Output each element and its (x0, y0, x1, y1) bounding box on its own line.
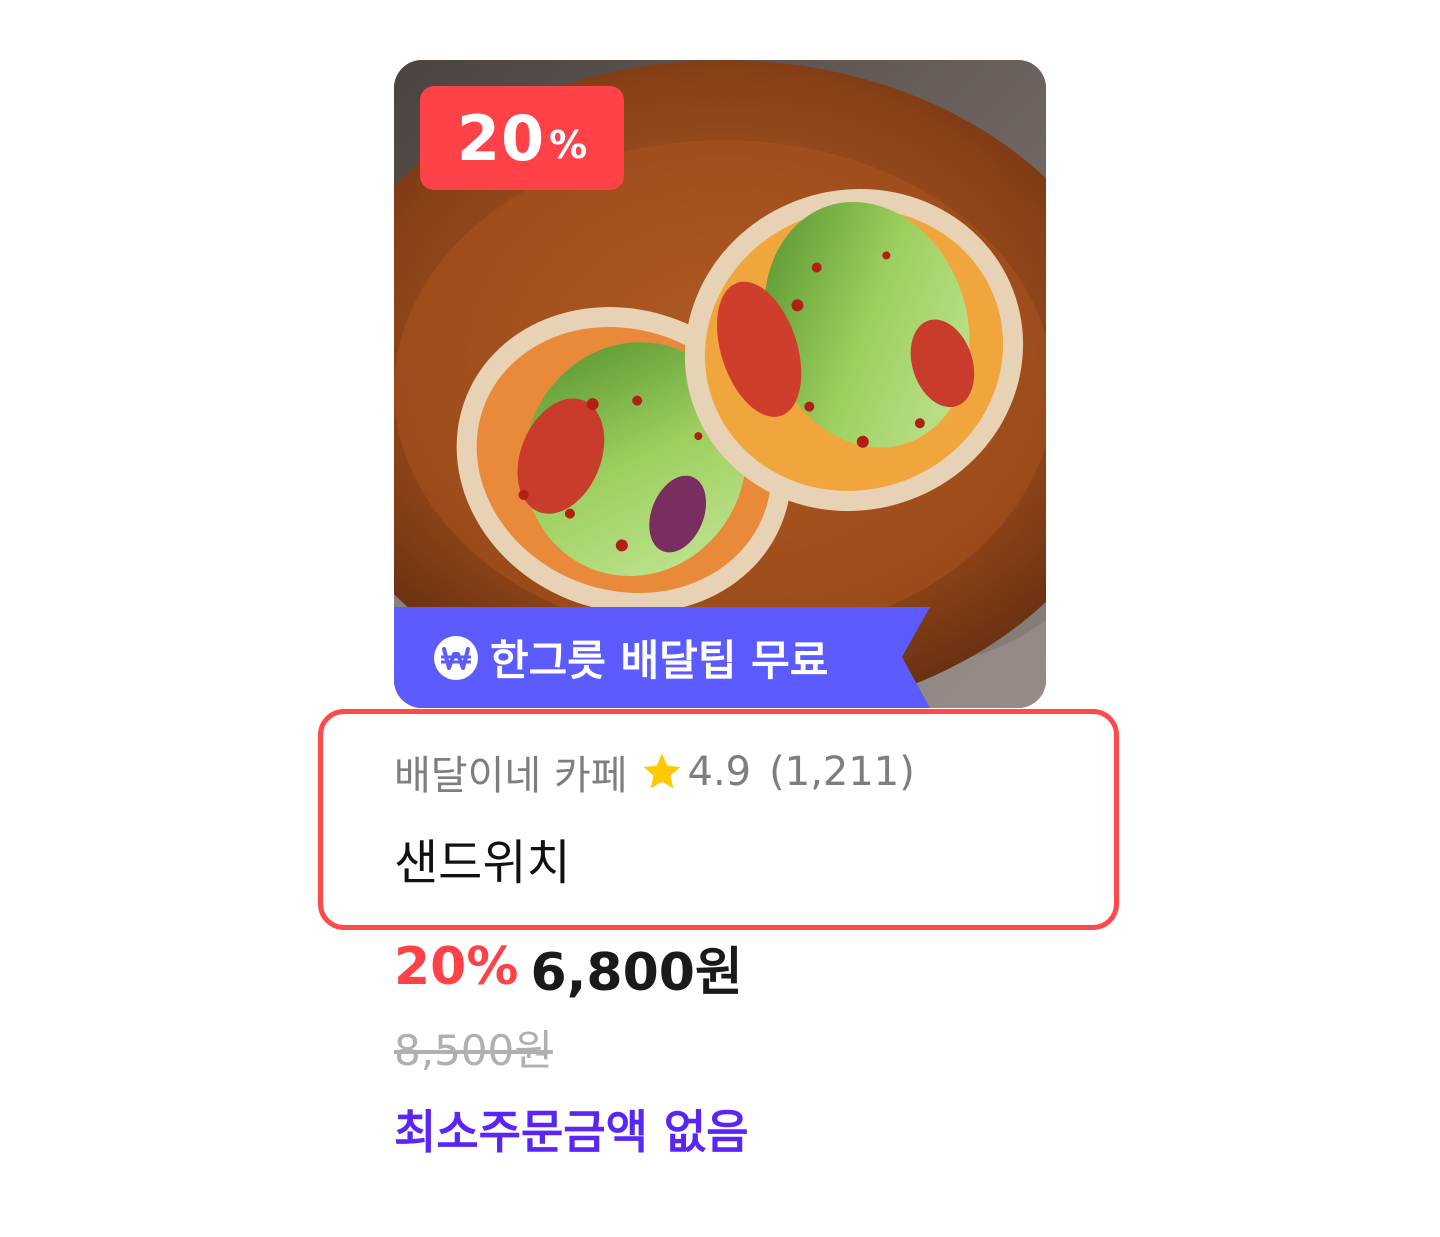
price-final: 6,800원 (530, 942, 743, 1003)
won-coin-icon (434, 635, 478, 680)
star-icon (643, 753, 680, 789)
discount-badge: 20 % (420, 86, 624, 190)
free-delivery-ribbon: 한그릇 배달팁 무료 (394, 607, 930, 708)
min-order-label: 최소주문금액 없음 (394, 1105, 749, 1159)
rating-value: 4.9 (687, 749, 752, 795)
review-count: (1,211) (769, 749, 915, 795)
free-delivery-label: 한그릇 배달팁 무료 (490, 636, 829, 685)
discount-badge-number: 20 (456, 101, 546, 175)
store-info[interactable]: 배달이네 카페 4.9 (1,211) (394, 740, 915, 804)
product-image-card[interactable]: 20 % 한그릇 배달팁 무료 (394, 60, 1046, 708)
price-original: 8,500원 (394, 1026, 553, 1075)
price-line: 20% 6,800원 (394, 930, 743, 1004)
store-name: 배달이네 카페 (394, 753, 628, 799)
product-name[interactable]: 샌드위치 (394, 828, 571, 898)
discount-badge-percent: % (549, 123, 588, 167)
price-discount-rate: 20% (394, 937, 519, 997)
